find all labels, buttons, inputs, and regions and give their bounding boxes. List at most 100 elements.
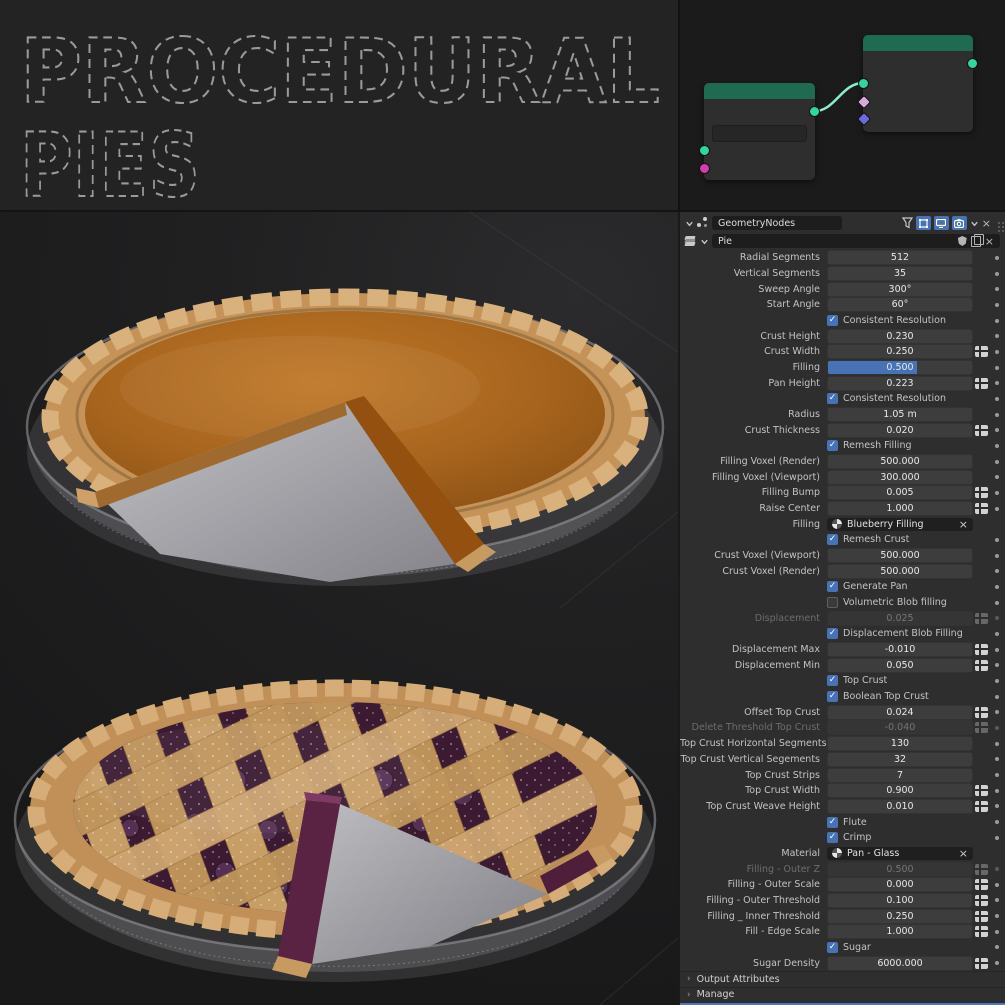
material-selector[interactable]: Pan - Glass × — [827, 846, 973, 860]
checkbox[interactable]: ✓ — [827, 315, 838, 327]
checkbox[interactable]: ✓ — [827, 440, 838, 452]
param-value-field[interactable]: 500.000 — [827, 563, 973, 579]
duplicate-icon[interactable] — [970, 233, 984, 247]
checkbox[interactable]: ✓ — [827, 393, 838, 405]
input-attribute-toggle-icon[interactable] — [975, 487, 988, 499]
drag-handle-icon[interactable] — [998, 222, 1000, 224]
animate-decorator-icon[interactable] — [994, 318, 999, 323]
edit-mode-icon[interactable] — [915, 216, 931, 230]
animate-decorator-icon[interactable] — [994, 725, 999, 730]
param-value-field[interactable]: 1.000 — [827, 924, 973, 940]
animate-decorator-icon[interactable] — [994, 898, 999, 903]
node-value-field[interactable] — [712, 125, 807, 142]
animate-decorator-icon[interactable] — [994, 537, 999, 542]
animate-decorator-icon[interactable] — [994, 741, 999, 746]
animate-decorator-icon[interactable] — [994, 820, 999, 825]
checkbox[interactable]: ✓ — [827, 628, 838, 640]
checkbox[interactable]: ✓ — [827, 941, 838, 953]
animate-decorator-icon[interactable] — [994, 255, 999, 260]
param-value-field[interactable]: 0.010 — [827, 798, 973, 814]
param-value-field[interactable]: 1.000 — [827, 501, 973, 517]
input-attribute-toggle-icon[interactable] — [975, 424, 988, 436]
param-value-field[interactable]: 35 — [827, 266, 973, 281]
animate-decorator-icon[interactable] — [994, 490, 999, 495]
realtime-display-icon[interactable] — [933, 216, 949, 230]
input-socket-geometry[interactable] — [858, 78, 869, 89]
param-value-field[interactable]: 0.005 — [827, 485, 973, 501]
node-group-name-field[interactable]: Pie × — [712, 233, 1000, 248]
checkbox[interactable]: ✓ — [827, 691, 838, 703]
param-value-field[interactable]: 0.250 — [827, 908, 973, 924]
param-value-field[interactable]: 6000.000 — [827, 955, 973, 971]
checkbox[interactable]: ✓ — [827, 832, 838, 844]
param-value-field[interactable]: 300.000 — [827, 469, 973, 485]
animate-decorator-icon[interactable] — [994, 302, 999, 307]
animate-decorator-icon[interactable] — [994, 569, 999, 574]
animate-decorator-icon[interactable] — [994, 647, 999, 652]
input-attribute-toggle-icon[interactable] — [975, 503, 988, 515]
section-header[interactable]: › Output Attributes — [687, 974, 1003, 985]
param-value-field[interactable]: -0.010 — [827, 642, 973, 658]
param-value-field[interactable]: 0.050 — [827, 657, 973, 673]
input-attribute-toggle-icon[interactable] — [975, 957, 988, 969]
param-value-field[interactable]: 32 — [827, 751, 973, 767]
input-attribute-toggle-icon[interactable] — [975, 926, 988, 938]
animate-decorator-icon[interactable] — [994, 443, 999, 448]
group-input-node[interactable] — [699, 83, 820, 180]
param-value-field[interactable]: 130 — [827, 736, 973, 752]
output-socket-geometry[interactable] — [967, 58, 978, 69]
animate-decorator-icon[interactable] — [994, 600, 999, 605]
param-value-field[interactable]: 60° — [827, 297, 973, 313]
input-attribute-toggle-icon[interactable] — [975, 879, 988, 891]
animate-decorator-icon[interactable] — [994, 428, 999, 433]
animate-decorator-icon[interactable] — [994, 271, 999, 276]
close-icon[interactable]: × — [985, 236, 994, 247]
checkbox[interactable]: ✓ — [827, 534, 838, 546]
checkbox[interactable]: ✓ — [827, 581, 838, 593]
group-output-node[interactable] — [856, 35, 978, 132]
fake-user-shield-icon[interactable] — [957, 236, 967, 246]
section-header-output-attributes[interactable]: › Output Attributes — [680, 970, 1005, 987]
param-value-field[interactable]: 300° — [827, 281, 973, 297]
animate-decorator-icon[interactable] — [994, 616, 999, 621]
param-value-field[interactable]: 0.223 — [827, 375, 973, 391]
input-attribute-toggle-icon[interactable] — [975, 644, 988, 656]
input-attribute-toggle-icon[interactable] — [975, 659, 988, 671]
animate-decorator-icon[interactable] — [994, 694, 999, 699]
input-attribute-toggle-icon[interactable] — [975, 894, 988, 906]
filter-icon[interactable] — [901, 217, 913, 229]
collapse-chevron-icon[interactable] — [685, 219, 694, 228]
param-value-field[interactable]: 1.05 m — [827, 407, 973, 423]
animate-decorator-icon[interactable] — [994, 929, 999, 934]
input-attribute-toggle-icon[interactable] — [975, 785, 988, 797]
animate-decorator-icon[interactable] — [994, 381, 999, 386]
animate-decorator-icon[interactable] — [994, 757, 999, 762]
param-value-field[interactable]: 7 — [827, 767, 973, 783]
animate-decorator-icon[interactable] — [994, 961, 999, 966]
animate-decorator-icon[interactable] — [994, 710, 999, 715]
animate-decorator-icon[interactable] — [994, 773, 999, 777]
modifier-name-field[interactable]: GeometryNodes — [712, 216, 842, 230]
animate-decorator-icon[interactable] — [994, 475, 999, 480]
param-value-field[interactable]: 0.000 — [827, 877, 973, 893]
animate-decorator-icon[interactable] — [994, 349, 999, 354]
checkbox[interactable] — [827, 597, 838, 609]
node-group-stack-icon[interactable] — [684, 236, 697, 246]
close-icon[interactable]: × — [982, 218, 991, 229]
animate-decorator-icon[interactable] — [994, 867, 999, 872]
material-selector[interactable]: Blueberry Filling × — [827, 517, 973, 531]
animate-decorator-icon[interactable] — [994, 412, 999, 417]
animate-decorator-icon[interactable] — [994, 678, 999, 683]
param-value-field[interactable]: 0.900 — [827, 783, 973, 799]
param-value-field[interactable]: 0.500 — [827, 360, 973, 376]
animate-decorator-icon[interactable] — [994, 584, 999, 589]
input-attribute-toggle-icon[interactable] — [975, 346, 988, 358]
input-socket-attribute[interactable] — [699, 163, 710, 174]
animate-decorator-icon[interactable] — [994, 459, 999, 464]
animate-decorator-icon[interactable] — [994, 914, 999, 919]
animate-decorator-icon[interactable] — [994, 334, 999, 339]
animate-decorator-icon[interactable] — [994, 506, 999, 511]
animate-decorator-icon[interactable] — [994, 835, 999, 840]
chevron-down-icon[interactable] — [700, 237, 709, 246]
animate-decorator-icon[interactable] — [994, 882, 999, 887]
